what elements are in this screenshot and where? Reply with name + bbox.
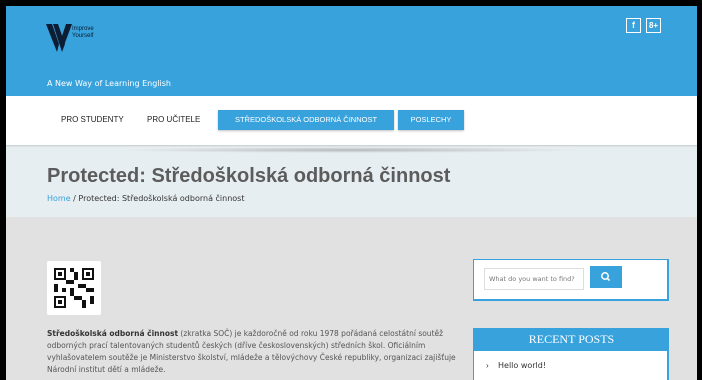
- logo-line-1: Improve: [72, 26, 94, 32]
- logo-line-2: Yourself: [72, 33, 94, 39]
- recent-posts-widget: RECENT POSTS › Hello world!: [473, 328, 669, 380]
- page-title-bar: Protected: Středoškolská odborná činnost…: [6, 147, 697, 217]
- article-paragraph: Středoškolská odborná činnost (zkratka S…: [47, 328, 467, 376]
- nav-item-pro-studenty[interactable]: PRO STUDENTY: [61, 115, 124, 124]
- nav-item-sos-cinnost[interactable]: STŘEDOŠKOLSKÁ ODBORNÁ ČINNOST: [218, 110, 394, 130]
- chevron-right-icon: ›: [486, 361, 489, 370]
- breadcrumb: Home / Protected: Středoškolská odborná …: [47, 194, 244, 203]
- search-input[interactable]: What do you want to find?: [484, 268, 584, 290]
- article-bold-term: Středoškolská odborná činnost: [47, 329, 179, 338]
- nav-item-poslechy[interactable]: POSLECHY: [398, 110, 464, 130]
- search-icon: [601, 272, 611, 282]
- logo-text: Improve Yourself: [72, 26, 94, 40]
- main-content: Středoškolská odborná činnost (zkratka S…: [6, 217, 697, 380]
- site-tagline: A New Way of Learning English: [47, 79, 171, 88]
- search-button[interactable]: [590, 266, 622, 288]
- recent-post-link[interactable]: Hello world!: [498, 361, 546, 370]
- breadcrumb-current: Protected: Středoškolská odborná činnost: [78, 194, 245, 203]
- title-shadow-divider: [116, 147, 586, 153]
- nav-item-pro-ucitele[interactable]: PRO UČITELE: [147, 115, 200, 124]
- site-logo[interactable]: [46, 24, 72, 52]
- recent-posts-title: RECENT POSTS: [474, 328, 669, 351]
- page-title: Protected: Středoškolská odborná činnost: [47, 165, 451, 187]
- main-nav: PRO STUDENTY PRO UČITELE STŘEDOŠKOLSKÁ O…: [6, 96, 697, 146]
- breadcrumb-home-link[interactable]: Home: [47, 194, 71, 203]
- facebook-icon[interactable]: f: [626, 18, 641, 33]
- browser-viewport: Improve Yourself A New Way of Learning E…: [6, 6, 697, 380]
- google-plus-icon[interactable]: 8+: [646, 18, 661, 33]
- site-header: Improve Yourself A New Way of Learning E…: [6, 6, 697, 96]
- qr-code-icon: [54, 268, 94, 308]
- breadcrumb-separator: /: [73, 194, 76, 203]
- search-widget: What do you want to find?: [473, 259, 669, 301]
- qr-code-image: [47, 261, 101, 315]
